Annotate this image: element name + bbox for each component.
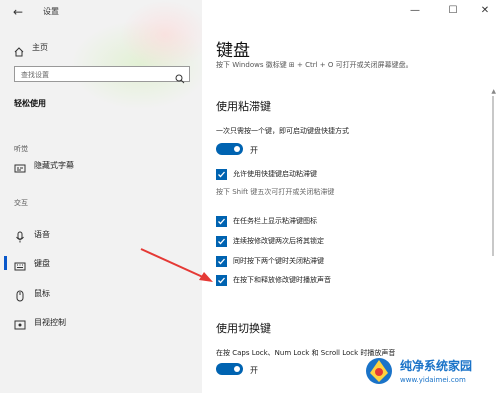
checkbox-label: 同时按下两个键时关闭粘滞键 xyxy=(233,257,324,265)
group-label-interaction: 交互 xyxy=(14,199,28,207)
checkbox[interactable] xyxy=(216,235,227,247)
toggle-keys-toggle[interactable] xyxy=(216,363,243,375)
close-icon[interactable]: ✕ xyxy=(470,0,500,22)
scrollbar[interactable] xyxy=(492,96,494,256)
option-two-keys-off[interactable]: 同时按下两个键时关闭粘滞键 xyxy=(216,255,324,267)
eye-control-icon xyxy=(14,316,26,330)
toggle-knob xyxy=(234,366,240,372)
checkbox-label: 在任务栏上显示粘滞键图标 xyxy=(233,217,317,225)
checkbox[interactable] xyxy=(216,274,227,286)
page-title: 键盘 xyxy=(216,41,250,61)
sidebar-item-captions[interactable]: 隐藏式字幕 xyxy=(0,154,202,176)
option-play-sound[interactable]: 在按下和释放修改键时播放声音 xyxy=(216,274,331,286)
toggle-keys-heading: 使用切换键 xyxy=(216,322,271,335)
toggle-keys-toggle-label: 开 xyxy=(250,366,258,375)
back-arrow-icon[interactable]: ← xyxy=(10,4,26,20)
keyboard-icon xyxy=(14,257,26,271)
minimize-icon[interactable]: — xyxy=(400,0,430,22)
main-content: — ☐ ✕ 键盘 按下 Windows 徽标键 ⊞ + Ctrl + O 可打开… xyxy=(202,0,500,393)
sidebar-item-keyboard[interactable]: 键盘 xyxy=(0,252,202,274)
home-nav-item[interactable]: 主页 xyxy=(14,40,48,57)
sidebar-item-label: 隐藏式字幕 xyxy=(34,160,74,170)
sticky-keys-toggle[interactable] xyxy=(216,143,243,155)
watermark-logo-icon xyxy=(366,358,392,384)
checkbox-label: 允许使用快捷键启动粘滞键 xyxy=(233,170,317,178)
search-input[interactable]: 查找设置 xyxy=(14,66,190,84)
sidebar-item-mouse[interactable]: 鼠标 xyxy=(0,282,202,304)
sidebar-item-label: 鼠标 xyxy=(34,288,50,298)
checkbox[interactable] xyxy=(216,215,227,227)
option-taskbar-icon[interactable]: 在任务栏上显示粘滞键图标 xyxy=(216,215,317,227)
option-lock-modifier[interactable]: 连续按修改键两次后将其锁定 xyxy=(216,235,324,247)
sticky-shortcut-option[interactable]: 允许使用快捷键启动粘滞键 xyxy=(216,168,317,180)
home-icon xyxy=(14,42,24,57)
sticky-keys-instruction: 一次只需按一个键，即可启动键盘快捷方式 xyxy=(216,127,349,135)
scroll-up-icon[interactable]: ▲ xyxy=(491,88,496,95)
captions-icon xyxy=(14,159,26,173)
search-icon[interactable] xyxy=(175,69,185,84)
sidebar: ← 设置 主页 查找设置 轻松使用 听觉 隐藏式字幕 交互 语音 键盘 鼠标 目… xyxy=(0,0,202,393)
toggle-knob xyxy=(234,146,240,152)
checkbox-label: 在按下和释放修改键时播放声音 xyxy=(233,276,331,284)
checkbox[interactable] xyxy=(216,168,227,180)
selection-indicator xyxy=(4,256,7,270)
sidebar-item-label: 键盘 xyxy=(34,258,50,268)
sticky-keys-heading: 使用粘滞键 xyxy=(216,100,271,113)
search-placeholder: 查找设置 xyxy=(21,71,49,79)
page-description: 按下 Windows 徽标键 ⊞ + Ctrl + O 可打开或关闭屏幕键盘。 xyxy=(216,61,413,69)
sidebar-item-label: 语音 xyxy=(34,229,50,239)
checkbox[interactable] xyxy=(216,255,227,267)
sidebar-item-eye-control[interactable]: 目视控制 xyxy=(0,311,202,333)
watermark-url: www.yidaimei.com xyxy=(400,376,466,384)
mouse-icon xyxy=(14,287,26,302)
sidebar-item-label: 目视控制 xyxy=(34,317,66,327)
settings-window: ← 设置 主页 查找设置 轻松使用 听觉 隐藏式字幕 交互 语音 键盘 鼠标 目… xyxy=(0,0,500,393)
group-label-hearing: 听觉 xyxy=(14,145,28,153)
titlebar: ← 设置 xyxy=(0,0,202,24)
watermark: 纯净系统家园 www.yidaimei.com xyxy=(364,354,500,393)
home-label: 主页 xyxy=(32,42,48,52)
sidebar-item-speech[interactable]: 语音 xyxy=(0,223,202,245)
checkbox-label: 连续按修改键两次后将其锁定 xyxy=(233,237,324,245)
shortcut-hint: 按下 Shift 键五次可打开或关闭粘滞键 xyxy=(216,188,335,196)
window-title: 设置 xyxy=(43,7,59,16)
watermark-brand: 纯净系统家园 xyxy=(400,359,473,373)
sticky-keys-toggle-label: 开 xyxy=(250,146,258,155)
microphone-icon xyxy=(14,228,26,243)
section-title: 轻松使用 xyxy=(14,99,46,108)
maximize-icon[interactable]: ☐ xyxy=(438,0,468,22)
